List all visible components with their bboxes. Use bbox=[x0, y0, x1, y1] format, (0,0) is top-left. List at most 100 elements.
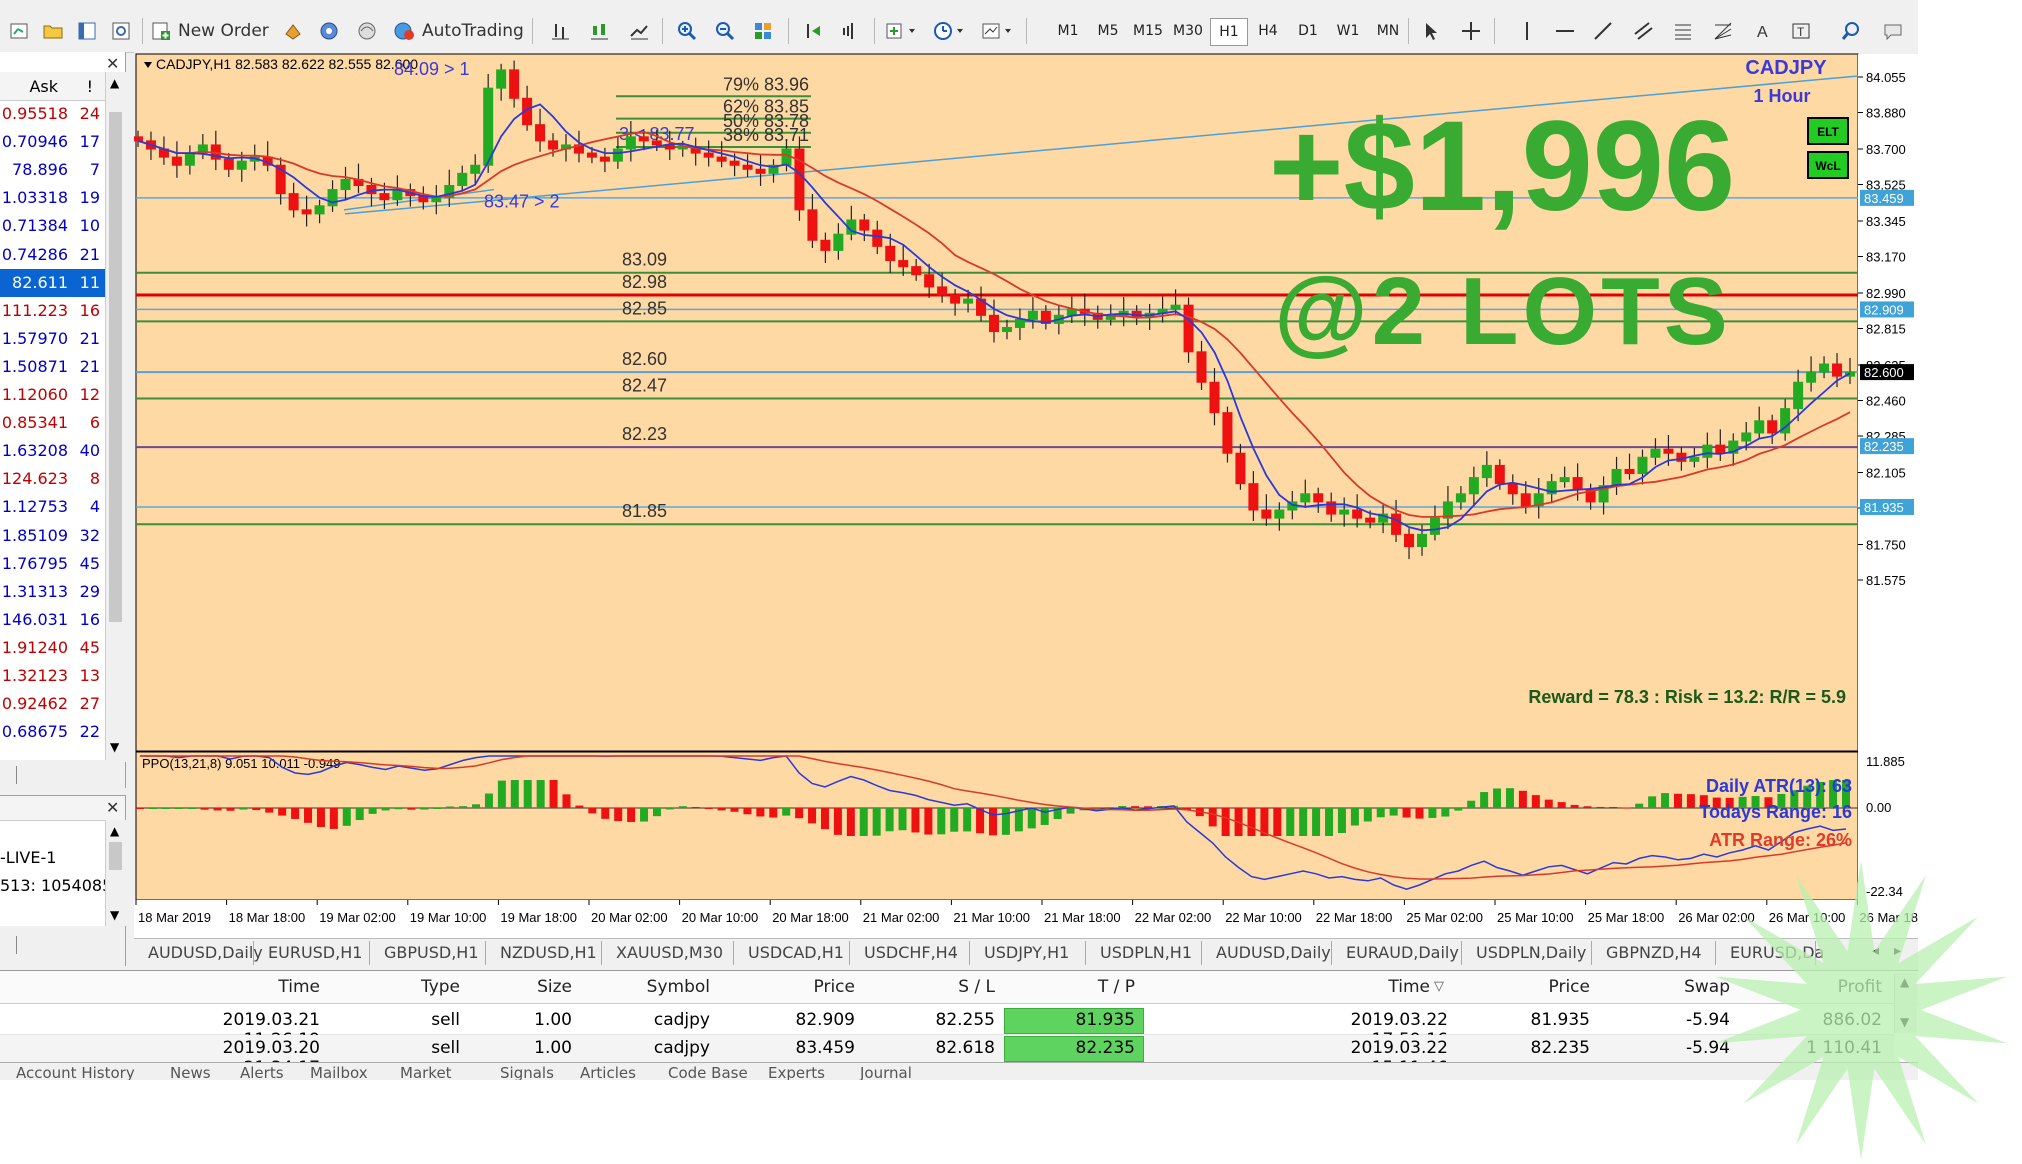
terminal-tab[interactable]: Code Base bbox=[668, 1064, 748, 1080]
terminal-tab[interactable]: News bbox=[170, 1064, 211, 1080]
chart-tab[interactable]: EURUSD,H1 bbox=[254, 941, 370, 965]
horizontal-line-icon[interactable] bbox=[1550, 16, 1580, 46]
candle[interactable] bbox=[833, 233, 844, 251]
new-order-button[interactable]: New Order bbox=[150, 16, 280, 46]
chart-shift-icon[interactable] bbox=[836, 16, 866, 46]
candle[interactable] bbox=[885, 245, 896, 262]
candle[interactable] bbox=[1741, 432, 1752, 442]
candle[interactable] bbox=[716, 156, 727, 162]
candle[interactable] bbox=[379, 193, 390, 201]
candle[interactable] bbox=[755, 168, 766, 174]
candle[interactable] bbox=[586, 152, 597, 158]
price-chart[interactable]: CADJPY,H1 82.583 82.622 82.555 82.600 83.… bbox=[134, 52, 1918, 942]
candle[interactable] bbox=[924, 274, 935, 288]
candle[interactable] bbox=[1001, 326, 1012, 333]
terminal-tab[interactable]: Mailbox bbox=[310, 1064, 368, 1080]
candle[interactable] bbox=[184, 152, 195, 166]
market-watch-row[interactable]: 82.611 11 bbox=[0, 268, 105, 297]
candle[interactable] bbox=[1572, 477, 1583, 491]
candle[interactable] bbox=[1520, 493, 1531, 507]
candle[interactable] bbox=[1417, 533, 1427, 548]
candle[interactable] bbox=[1248, 483, 1259, 511]
col-size[interactable]: Size bbox=[480, 977, 572, 997]
market-watch-scrollbar[interactable]: ▲ ▼ bbox=[105, 72, 126, 760]
market-watch-row[interactable]: 1.76795 45 bbox=[0, 550, 105, 578]
timeframe-h4[interactable]: H4 bbox=[1250, 18, 1286, 44]
candle[interactable] bbox=[1754, 420, 1765, 434]
chart-tab[interactable]: GBPNZD,H4 bbox=[1592, 941, 1716, 965]
vertical-line-icon[interactable] bbox=[1512, 16, 1542, 46]
market-watch-icon[interactable] bbox=[72, 16, 102, 46]
col-close-price[interactable]: Price bbox=[1470, 977, 1590, 997]
candle[interactable] bbox=[807, 209, 818, 241]
bar-chart-icon[interactable] bbox=[545, 16, 575, 46]
col-time[interactable]: Time bbox=[180, 977, 320, 997]
candle[interactable] bbox=[729, 160, 740, 166]
candle[interactable] bbox=[820, 239, 831, 251]
signals-icon[interactable] bbox=[314, 16, 344, 46]
candle[interactable] bbox=[1274, 509, 1285, 519]
candle[interactable] bbox=[1391, 513, 1402, 535]
col-price[interactable]: Price bbox=[740, 977, 855, 997]
timeframe-m30[interactable]: M30 bbox=[1170, 18, 1206, 44]
candle[interactable] bbox=[431, 197, 442, 203]
candle[interactable] bbox=[1170, 304, 1181, 310]
candle[interactable] bbox=[1624, 468, 1635, 475]
candle[interactable] bbox=[1365, 517, 1376, 523]
candle[interactable] bbox=[1793, 381, 1804, 410]
candle[interactable] bbox=[1014, 318, 1025, 328]
expert-icon[interactable] bbox=[278, 16, 308, 46]
auto-trading-button[interactable]: AutoTrading bbox=[392, 16, 527, 46]
cursor-icon[interactable] bbox=[1416, 16, 1446, 46]
candle[interactable] bbox=[742, 164, 753, 170]
candle[interactable] bbox=[1429, 517, 1440, 535]
candle[interactable] bbox=[1832, 363, 1843, 377]
candle[interactable] bbox=[1261, 509, 1272, 519]
scroll-thumb[interactable] bbox=[109, 842, 122, 870]
scroll-up-icon[interactable]: ▲ bbox=[110, 824, 119, 838]
candle[interactable] bbox=[911, 266, 922, 276]
col-symbol[interactable]: Symbol bbox=[600, 977, 710, 997]
candle[interactable] bbox=[236, 160, 247, 170]
candle[interactable] bbox=[612, 148, 623, 162]
candle[interactable] bbox=[872, 229, 883, 247]
zoom-in-icon[interactable] bbox=[672, 16, 702, 46]
candle[interactable] bbox=[1663, 448, 1674, 454]
chart-tab[interactable]: EURAUD,Daily bbox=[1332, 941, 1462, 965]
candle[interactable] bbox=[470, 164, 481, 174]
auto-scroll-icon[interactable] bbox=[798, 16, 828, 46]
chart-tab[interactable]: USDPLN,H1 bbox=[1086, 941, 1202, 965]
market-icon[interactable] bbox=[352, 16, 382, 46]
market-watch-row[interactable]: 1.50871 21 bbox=[0, 353, 105, 381]
timeframe-m15[interactable]: M15 bbox=[1130, 18, 1166, 44]
candle[interactable] bbox=[457, 172, 468, 187]
chart-tab[interactable]: XAUUSD,M30 bbox=[602, 941, 734, 965]
candle[interactable] bbox=[340, 178, 351, 191]
col-close-time[interactable]: Time bbox=[1320, 977, 1430, 997]
market-watch-row[interactable]: 1.03318 19 bbox=[0, 184, 105, 212]
candle[interactable] bbox=[509, 69, 520, 99]
candle[interactable] bbox=[1196, 351, 1207, 383]
terminal-tab[interactable]: Signals bbox=[500, 1064, 554, 1080]
candle[interactable] bbox=[483, 87, 494, 166]
candle[interactable] bbox=[1222, 412, 1233, 454]
navigator-icon[interactable] bbox=[106, 16, 136, 46]
ask-header[interactable]: Ask bbox=[29, 77, 58, 96]
market-watch-row[interactable]: 1.12060 12 bbox=[0, 381, 105, 409]
spread-header[interactable]: ! bbox=[87, 77, 93, 96]
candle[interactable] bbox=[859, 219, 870, 231]
candle[interactable] bbox=[989, 314, 999, 333]
timeframe-d1[interactable]: D1 bbox=[1290, 18, 1326, 44]
candle[interactable] bbox=[496, 69, 507, 89]
candle[interactable] bbox=[1313, 493, 1324, 503]
scroll-thumb[interactable] bbox=[109, 112, 122, 622]
periods-button[interactable] bbox=[930, 16, 970, 46]
templates-button[interactable] bbox=[978, 16, 1018, 46]
market-watch-row[interactable]: 0.70946 17 bbox=[0, 128, 105, 156]
candle[interactable] bbox=[288, 193, 299, 211]
candle[interactable] bbox=[1806, 371, 1817, 383]
chart-tab[interactable]: AUDUSD,Daily bbox=[134, 941, 263, 965]
trend-line-icon[interactable] bbox=[1588, 16, 1618, 46]
candle[interactable] bbox=[599, 156, 610, 162]
col-sl[interactable]: S / L bbox=[880, 977, 995, 997]
